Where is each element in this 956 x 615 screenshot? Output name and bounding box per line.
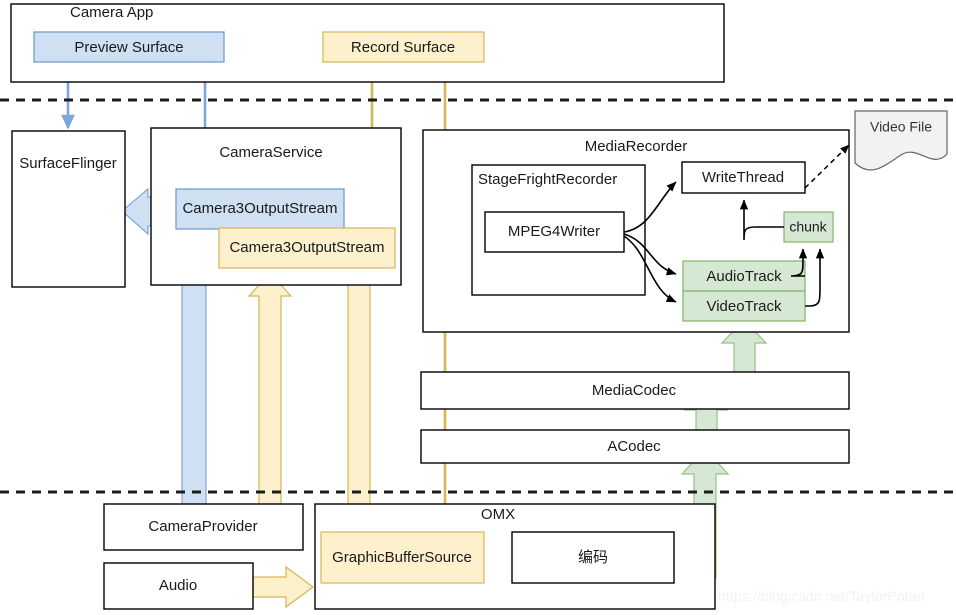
label-c3os-record: Camera3OutputStream [229,239,384,256]
label-stagefrightrecorder: StageFrightRecorder [478,171,617,188]
block-arrow-up-to-c3os-yellow [247,272,293,508]
label-video-file: Video File [870,119,932,135]
label-record-surface: Record Surface [351,39,455,56]
label-videotrack: VideoTrack [706,298,782,315]
block-arrow-audio-to-omx [252,565,315,609]
label-encode: 编码 [578,549,608,566]
label-graphicbuffersource: GraphicBufferSource [332,549,472,566]
label-camera-app: Camera App [70,4,153,21]
label-mediarecorder: MediaRecorder [585,138,688,155]
label-omx: OMX [481,506,515,523]
label-mpeg4writer: MPEG4Writer [508,223,600,240]
label-audio: Audio [159,577,197,594]
label-preview-surface: Preview Surface [74,39,183,56]
label-mediacodec: MediaCodec [592,382,677,399]
label-audiotrack: AudioTrack [706,268,782,285]
label-writethread: WriteThread [702,169,784,186]
label-cameraprovider: CameraProvider [148,518,257,535]
label-cameraservice: CameraService [219,144,322,161]
diagram-svg: Camera App Preview Surface Record Surfac… [0,3,956,610]
watermark: https://blog.csdn.net/TaylorPotter [718,588,926,604]
label-acodec: ACodec [607,438,661,455]
label-chunk: chunk [789,219,827,235]
diagram-canvas: Camera App Preview Surface Record Surfac… [0,0,956,615]
label-surfaceflinger: SurfaceFlinger [19,155,117,172]
label-c3os-preview: Camera3OutputStream [182,200,337,217]
